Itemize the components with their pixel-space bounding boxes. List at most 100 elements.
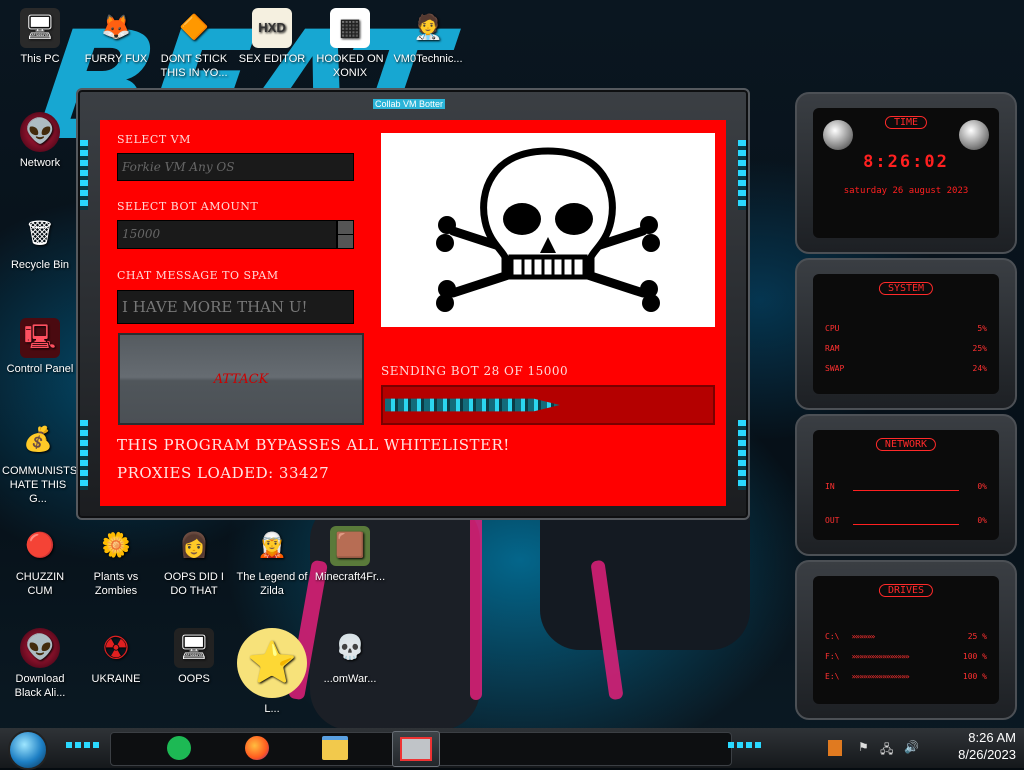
desktop-icon-network[interactable]: 👽 Network (4, 112, 76, 170)
select-vm-label: SELECT VM (117, 133, 191, 146)
flag-icon[interactable]: ⚑ (858, 740, 869, 754)
skull-and-crossbones-icon (436, 147, 660, 312)
desktop-icon-label: OOPS (178, 673, 210, 685)
desktop-icon-chuzzin[interactable]: 🔴 CHUZZIN CUM (4, 526, 76, 598)
desktop-icon-vm0technic[interactable]: 🧑‍⚕️ VM0Technic... (392, 8, 464, 66)
system-widget-screen: SYSTEM CPU 5% RAM 25% SWAP 24% (813, 274, 999, 394)
taskbar-clock[interactable]: 8:26 AM 8/26/2023 (936, 729, 1016, 763)
desktop-icon-furry-fux[interactable]: 🦊 FURRY FUX (80, 8, 152, 66)
system-row-label: CPU (825, 324, 840, 333)
system-row-value: 25% (972, 344, 987, 353)
start-button[interactable] (8, 730, 48, 770)
alien-head-icon (959, 120, 989, 150)
desktop-icon-communists[interactable]: 💰 COMMUNISTS HATE THIS G... (2, 420, 77, 506)
time-widget-title: TIME (884, 116, 928, 129)
chat-message-label: CHAT MESSAGE TO SPAM (117, 269, 279, 282)
bot-amount-field[interactable]: 15000 (117, 220, 337, 249)
drives-widget-screen: DRIVES C:\ »»»»»» 25 % F:\ »»»»»»»»»»»»»»» 1… (813, 576, 999, 704)
desktop-icon-ukraine[interactable]: ☢ UKRAINE (80, 628, 152, 686)
drive-usage-bar: »»»»»» (851, 632, 875, 641)
desktop-icon-star[interactable]: ⭐ L... (236, 628, 308, 716)
window-title[interactable]: Collab VM Botter (373, 99, 446, 109)
firefox-icon[interactable] (240, 731, 274, 765)
bypass-text: THIS PROGRAM BYPASSES ALL WHITELISTER! (117, 436, 510, 454)
drive-usage-bar: »»»»»»»»»»»»»»» (851, 652, 909, 661)
tray-app-icon[interactable] (828, 740, 842, 756)
drive-row-label: E:\ (825, 672, 840, 681)
stepper-up-button[interactable] (338, 221, 353, 235)
drive-row-value: 100 % (962, 672, 987, 681)
window-led-strip (80, 140, 88, 210)
desktop-icon-label: ...omWar... (323, 673, 377, 685)
stepper-down-button[interactable] (338, 235, 353, 248)
drives-widget: DRIVES C:\ »»»»»» 25 % F:\ »»»»»»»»»»»»»»» 1… (795, 560, 1017, 720)
desktop-icon-label: Control Panel (6, 363, 74, 375)
desktop-icon-oops[interactable]: 🖥 OOPS (158, 628, 230, 686)
desktop-icon-label: This PC (20, 53, 60, 65)
attack-button[interactable]: ATTACK (118, 333, 364, 425)
desktop-icon-label: UKRAINE (91, 673, 141, 685)
desktop-icon-recycle-bin[interactable]: 🗑 Recycle Bin (4, 214, 76, 272)
network-tray-icon[interactable]: 🖧 (880, 740, 893, 761)
network-in-graph (853, 490, 959, 491)
desktop-icon-label: VM0Technic... (393, 53, 463, 65)
desktop-icon-legend-of-zilda[interactable]: 🧝 The Legend of Zilda (236, 526, 308, 598)
drive-row-c: C:\ »»»»»» 25 % (825, 632, 987, 641)
network-row-label: OUT (825, 516, 840, 525)
send-progress-bar (381, 385, 715, 425)
system-widget: SYSTEM CPU 5% RAM 25% SWAP 24% (795, 258, 1017, 410)
time-widget-date: saturday 26 august 2023 (843, 186, 969, 196)
desktop-icon-sex-editor[interactable]: HXD SEX EDITOR (236, 8, 308, 66)
desktop-icon-minecraft[interactable]: 🟫 Minecraft4Fr... (314, 526, 386, 584)
taskbar-date: 8/26/2023 (958, 747, 1016, 762)
proxies-loaded-text: PROXIES LOADED: 33427 (117, 464, 330, 482)
money-bag-icon: 💰 (23, 426, 53, 453)
network-out-graph (853, 524, 959, 525)
network-widget-screen: NETWORK IN 0% OUT 0% (813, 430, 999, 540)
desktop-icon-label: CHUZZIN CUM (15, 571, 65, 597)
network-row-value: 0% (977, 516, 987, 525)
desktop-icon-hooked-on-xonix[interactable]: ▦ HOOKED ON XONIX (314, 8, 386, 80)
taskbar-led (66, 742, 102, 748)
select-vm-field[interactable]: Forkie VM Any OS (117, 153, 354, 181)
spotify-icon[interactable] (162, 731, 196, 765)
technician-icon: 🧑‍⚕️ (413, 14, 443, 41)
drive-row-label: F:\ (825, 652, 840, 661)
window-led-strip (80, 420, 88, 490)
desktop-icon-control-panel[interactable]: 🖳 Control Panel (4, 318, 76, 376)
control-panel-icon: 🖳 (20, 318, 60, 358)
network-widget-title: NETWORK (875, 438, 937, 451)
system-row-label: SWAP (825, 364, 845, 373)
desktop-icon-download-black-alien[interactable]: 👽 Download Black Ali... (4, 628, 76, 700)
volume-icon[interactable]: 🔊 (904, 740, 919, 754)
send-progress-fill (385, 398, 560, 412)
collab-vm-botter-window: Collab VM Botter SELECT VM Forkie VM Any… (76, 88, 750, 520)
system-row-value: 5% (977, 324, 987, 333)
desktop-icon-label: L... (264, 703, 280, 715)
desktop-icon-this-pc[interactable]: 🖥 This PC (4, 8, 76, 66)
collab-vm-botter-icon[interactable] (392, 731, 440, 767)
chat-message-field[interactable]: I HAVE MORE THAN U! (117, 290, 354, 324)
skull-image (381, 133, 715, 327)
desktop-icon-dont-stick[interactable]: 🔶 DONT STICK THIS IN YO... (158, 8, 230, 80)
desktop-icon-oops-did-i[interactable]: 👩 OOPS DID I DO THAT (158, 526, 230, 598)
xonix-icon: ▦ (330, 8, 370, 48)
taskbar-time: 8:26 AM (968, 730, 1016, 745)
file-explorer-icon[interactable] (318, 731, 352, 765)
desktop-icon-label: Network (19, 157, 61, 169)
desktop-icon-doomwar[interactable]: 💀 ...omWar... (314, 628, 386, 686)
drive-usage-bar: »»»»»»»»»»»»»»» (851, 672, 909, 681)
recycle-bin-icon: 🗑 (24, 220, 56, 247)
desktop-icon-label: OOPS DID I DO THAT (164, 571, 224, 597)
firefox-icon: 🦊 (101, 14, 131, 41)
alien-icon: 👽 (20, 628, 60, 668)
skull-icon: 💀 (335, 634, 365, 661)
chuzzle-icon: 🔴 (25, 532, 55, 559)
desktop-icon-plants-vs-zombies[interactable]: 🌼 Plants vs Zombies (80, 526, 152, 598)
desktop-icon-label: Minecraft4Fr... (314, 571, 386, 583)
computer-icon: 🖥 (20, 8, 60, 48)
desktop-icon-label: DONT STICK THIS IN YO... (160, 53, 228, 79)
system-row-label: RAM (825, 344, 840, 353)
bot-amount-stepper[interactable] (337, 220, 354, 249)
drive-row-e: E:\ »»»»»»»»»»»»»»» 100 % (825, 672, 987, 681)
